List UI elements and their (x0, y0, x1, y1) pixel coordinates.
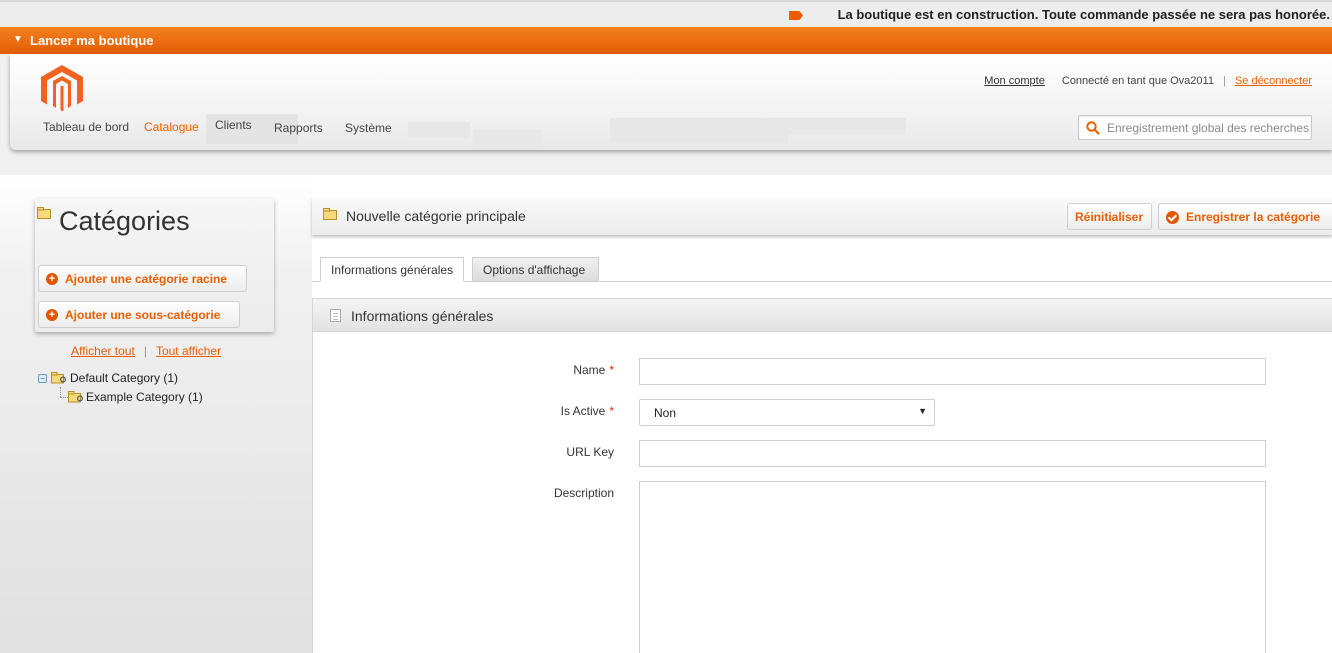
add-root-category-label: Ajouter une catégorie racine (65, 272, 228, 286)
required-marker: * (609, 363, 614, 377)
folder-icon (323, 208, 337, 220)
nav-placeholder (408, 122, 470, 138)
plus-icon: + (46, 273, 58, 285)
search-placeholder[interactable]: Enregistrement global des recherches (1107, 121, 1309, 135)
required-marker: * (609, 404, 614, 418)
dropdown-arrow-icon: ▼ (918, 406, 927, 416)
global-search[interactable]: Enregistrement global des recherches (1078, 115, 1312, 140)
launch-store-bar[interactable]: ▼ Lancer ma boutique (0, 27, 1332, 54)
nav-item-system[interactable]: Système (345, 121, 392, 135)
collapse-all-link[interactable]: Afficher tout (71, 344, 135, 358)
add-subcategory-button[interactable]: + Ajouter une sous-catégorie (38, 301, 240, 328)
add-root-category-button[interactable]: + Ajouter une catégorie racine (38, 265, 247, 292)
tab-label: Informations générales (331, 263, 454, 277)
save-category-label: Enregistrer la catégorie (1186, 210, 1321, 224)
document-icon (330, 309, 341, 322)
tree-node-default-category[interactable]: Default Category (1) (70, 371, 178, 385)
admin-header: Mon compte Connecté en tant que Ova2011 … (10, 54, 1332, 150)
name-field[interactable] (639, 358, 1266, 385)
expand-all-link[interactable]: Tout afficher (156, 344, 221, 358)
logout-link[interactable]: Se déconnecter (1235, 75, 1312, 87)
search-icon (1086, 121, 1100, 135)
section-title: Informations générales (351, 308, 494, 324)
reset-label: Réinitialiser (1075, 210, 1144, 224)
magento-logo-icon (41, 65, 83, 111)
reset-button[interactable]: Réinitialiser (1067, 203, 1152, 230)
nav-item-catalog[interactable]: Catalogue (144, 120, 199, 134)
tabs-baseline (312, 281, 1332, 282)
collapse-toggle-icon[interactable]: − (38, 374, 47, 383)
description-label: Description (553, 486, 614, 500)
name-label-text: Name (573, 363, 606, 377)
tree-connector (60, 387, 61, 397)
is-active-value: Non (654, 406, 677, 420)
tab-general-information[interactable]: Informations générales (320, 257, 464, 282)
url-key-label: URL Key (566, 445, 614, 459)
folder-icon (68, 391, 84, 403)
name-label: Name * (414, 363, 614, 377)
nav-placeholder (473, 130, 541, 146)
add-subcategory-label: Ajouter une sous-catégorie (65, 308, 221, 322)
my-account-link[interactable]: Mon compte (984, 75, 1045, 87)
tab-label: Options d'affichage (483, 263, 586, 277)
separator: | (143, 344, 147, 358)
tab-display-settings[interactable]: Options d'affichage (472, 257, 599, 282)
folder-icon (37, 207, 51, 219)
nav-item-reports[interactable]: Rapports (274, 121, 323, 135)
tree-connector (60, 397, 68, 398)
tree-node-example-category[interactable]: Example Category (1) (86, 390, 203, 404)
flag-icon (789, 11, 803, 20)
launch-store-label[interactable]: Lancer ma boutique (30, 33, 154, 48)
connected-as-text: Connecté en tant que Ova2011 (1061, 75, 1214, 87)
is-active-select[interactable]: Non ▼ (639, 399, 935, 426)
content-title: Nouvelle catégorie principale (346, 208, 526, 224)
nav-placeholder (788, 118, 906, 134)
check-icon (1166, 211, 1179, 224)
notice-bar: La boutique est en construction. Toute c… (0, 0, 1332, 27)
is-active-label-text: Is Active (560, 404, 606, 418)
notice-text: La boutique est en construction. Toute c… (837, 7, 1330, 22)
is-active-label: Is Active * (414, 404, 614, 418)
url-key-field[interactable] (639, 440, 1266, 467)
save-category-button[interactable]: Enregistrer la catégorie (1158, 203, 1332, 230)
nav-item-dashboard[interactable]: Tableau de bord (43, 120, 129, 134)
chevron-down-icon: ▼ (13, 34, 23, 45)
folder-icon (51, 372, 67, 384)
separator: | (1223, 75, 1226, 87)
page-title: Catégories (59, 206, 190, 236)
nav-placeholder (610, 118, 788, 142)
section-header: Informations générales (313, 299, 1332, 332)
tree-toggle-links: Afficher tout | Tout afficher (71, 344, 221, 358)
nav-item-customers[interactable]: Clients (215, 118, 252, 132)
plus-icon: + (46, 309, 58, 321)
description-textarea[interactable] (639, 481, 1266, 653)
account-links: Mon compte Connecté en tant que Ova2011 … (984, 75, 1312, 87)
